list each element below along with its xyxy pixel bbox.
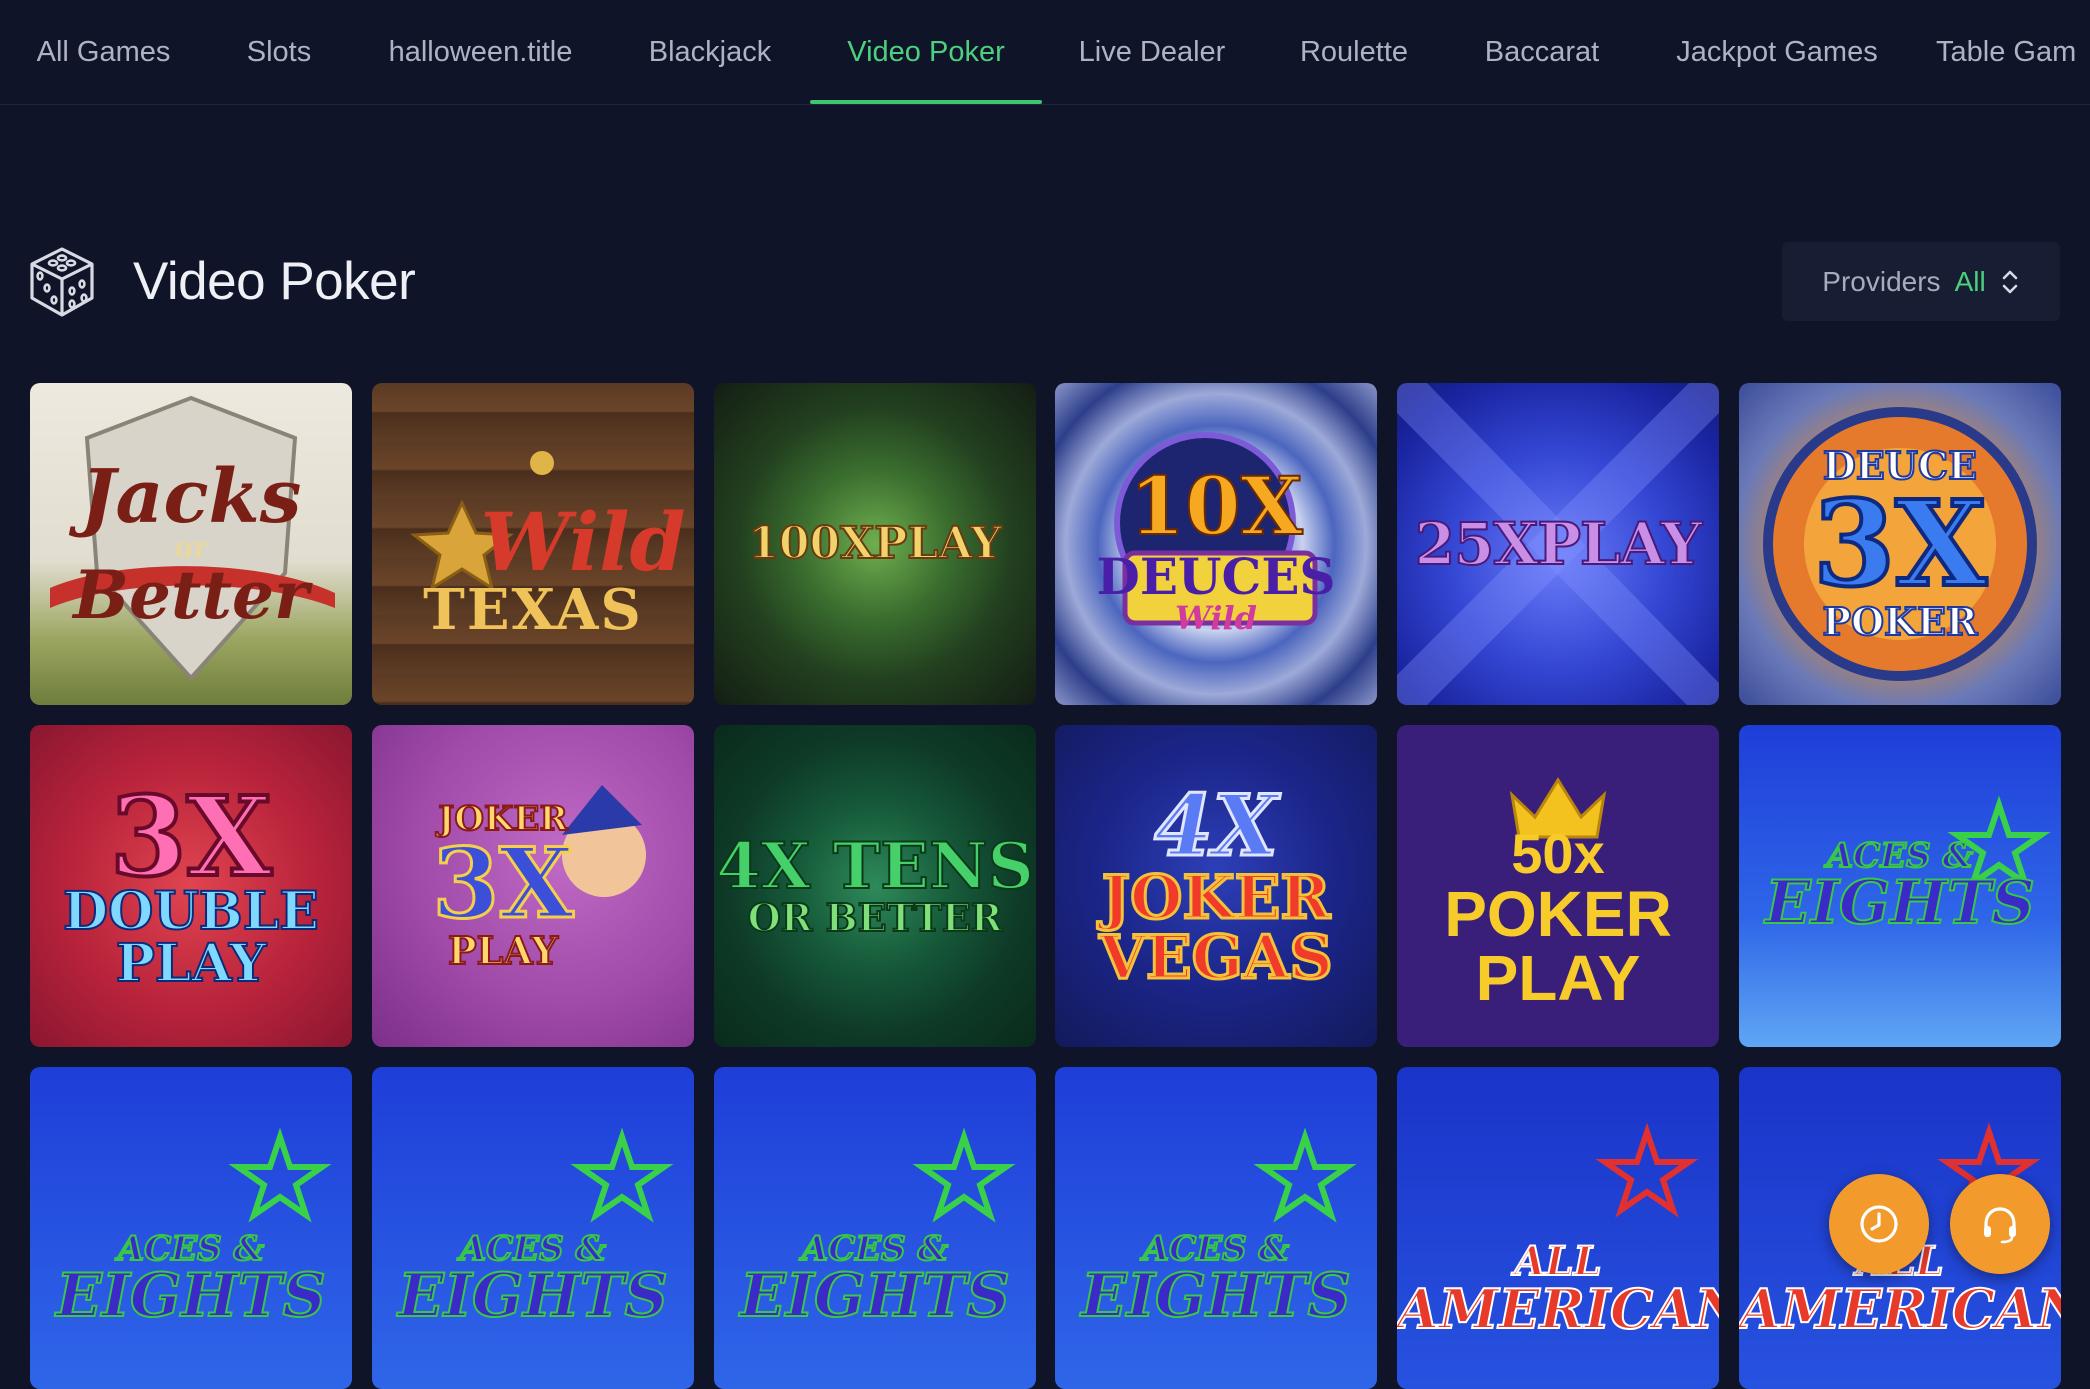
category-tabs: All Games Slots halloween.title Blackjac… — [0, 0, 2090, 105]
sort-arrows-icon — [2002, 270, 2017, 293]
recent-games-button[interactable] — [1829, 1174, 1929, 1274]
tab-all-games[interactable]: All Games — [0, 0, 207, 104]
tab-roulette[interactable]: Roulette — [1262, 0, 1446, 104]
game-art-text: ALL AMERICAN — [1397, 1238, 1719, 1341]
tab-table-games[interactable]: Table Gam — [1936, 0, 2090, 104]
game-tile-3x-double-play[interactable]: 3X DOUBLE PLAY — [30, 725, 352, 1047]
game-tile-25x-play[interactable]: 25XPLAY — [1397, 383, 1719, 705]
tab-live-dealer[interactable]: Live Dealer — [1042, 0, 1262, 104]
tab-slots[interactable]: Slots — [207, 0, 351, 104]
game-tile-all-american[interactable]: ALL AMERICAN — [1397, 1067, 1719, 1389]
game-art-text: DEUCE 3X POKER — [1811, 443, 1989, 644]
game-tile-aces-eights[interactable]: ACES & EIGHTS — [1055, 1067, 1377, 1389]
game-art-text: 4X TENS OR BETTER — [715, 829, 1035, 940]
tab-blackjack[interactable]: Blackjack — [610, 0, 810, 104]
headset-icon — [1984, 1207, 2016, 1244]
game-art-text: ACES & EIGHTS — [397, 1229, 669, 1331]
star-icon — [570, 1127, 674, 1223]
game-art-text: 100XPLAY — [747, 518, 1002, 569]
game-art-text: 10X DEUCES Wild — [1096, 459, 1336, 638]
game-art-text: JOKER 3X PLAY — [431, 799, 575, 973]
game-tile-aces-eights[interactable]: ACES & EIGHTS — [372, 1067, 694, 1389]
page-title: Video Poker — [133, 252, 416, 311]
star-icon — [228, 1127, 332, 1223]
game-tile-4x-joker-vegas[interactable]: 4X JOKER VEGAS — [1055, 725, 1377, 1047]
tab-jackpot-games[interactable]: Jackpot Games — [1638, 0, 1916, 104]
tab-halloween[interactable]: halloween.title — [351, 0, 610, 104]
game-art-text: 50x POKER PLAY — [1444, 822, 1672, 1015]
tab-baccarat[interactable]: Baccarat — [1446, 0, 1638, 104]
game-tile-joker-3x-play[interactable]: JOKER 3X PLAY — [372, 725, 694, 1047]
game-tile-50x-poker-play[interactable]: 50x POKER PLAY — [1397, 725, 1719, 1047]
game-tile-4x-tens-or-better[interactable]: 4X TENS OR BETTER — [714, 725, 1036, 1047]
game-art-text: 25XPLAY — [1414, 510, 1704, 578]
star-icon — [912, 1127, 1016, 1223]
game-tile-deuce-3x-poker[interactable]: DEUCE 3X POKER — [1739, 383, 2061, 705]
game-tile-100x-play[interactable]: 100XPLAY — [714, 383, 1036, 705]
game-tile-10x-deuces-wild[interactable]: 10X DEUCES Wild — [1055, 383, 1377, 705]
providers-value: All — [1954, 265, 1986, 297]
game-art-text: Jacks or Better — [73, 454, 309, 634]
game-art-text: Wild TEXAS — [423, 494, 686, 643]
game-tile-aces-eights[interactable]: ACES & EIGHTS — [1739, 725, 2061, 1047]
game-art-text: ACES & EIGHTS — [55, 1229, 327, 1331]
star-icon — [1595, 1122, 1699, 1218]
clock-icon — [1860, 1205, 1898, 1243]
game-art-text: 4X JOKER VEGAS — [1098, 776, 1334, 993]
game-tile-aces-eights[interactable]: ACES & EIGHTS — [714, 1067, 1036, 1389]
providers-filter[interactable]: Providers All — [1782, 242, 2060, 321]
game-art-text: ACES & EIGHTS — [739, 1229, 1011, 1331]
game-tile-jacks-or-better[interactable]: Jacks or Better — [30, 383, 352, 705]
star-icon — [1253, 1127, 1357, 1223]
support-button[interactable] — [1950, 1174, 2050, 1274]
tab-video-poker[interactable]: Video Poker — [810, 0, 1042, 104]
game-art-text: ACES & EIGHTS — [1080, 1229, 1352, 1331]
game-tile-aces-eights[interactable]: ACES & EIGHTS — [30, 1067, 352, 1389]
game-art-text: ACES & EIGHTS — [1764, 836, 2036, 938]
providers-label: Providers — [1822, 265, 1941, 297]
game-tile-wild-texas[interactable]: Wild TEXAS — [372, 383, 694, 705]
dice-icon — [30, 247, 94, 317]
game-art-text: 3X DOUBLE PLAY — [62, 772, 320, 994]
